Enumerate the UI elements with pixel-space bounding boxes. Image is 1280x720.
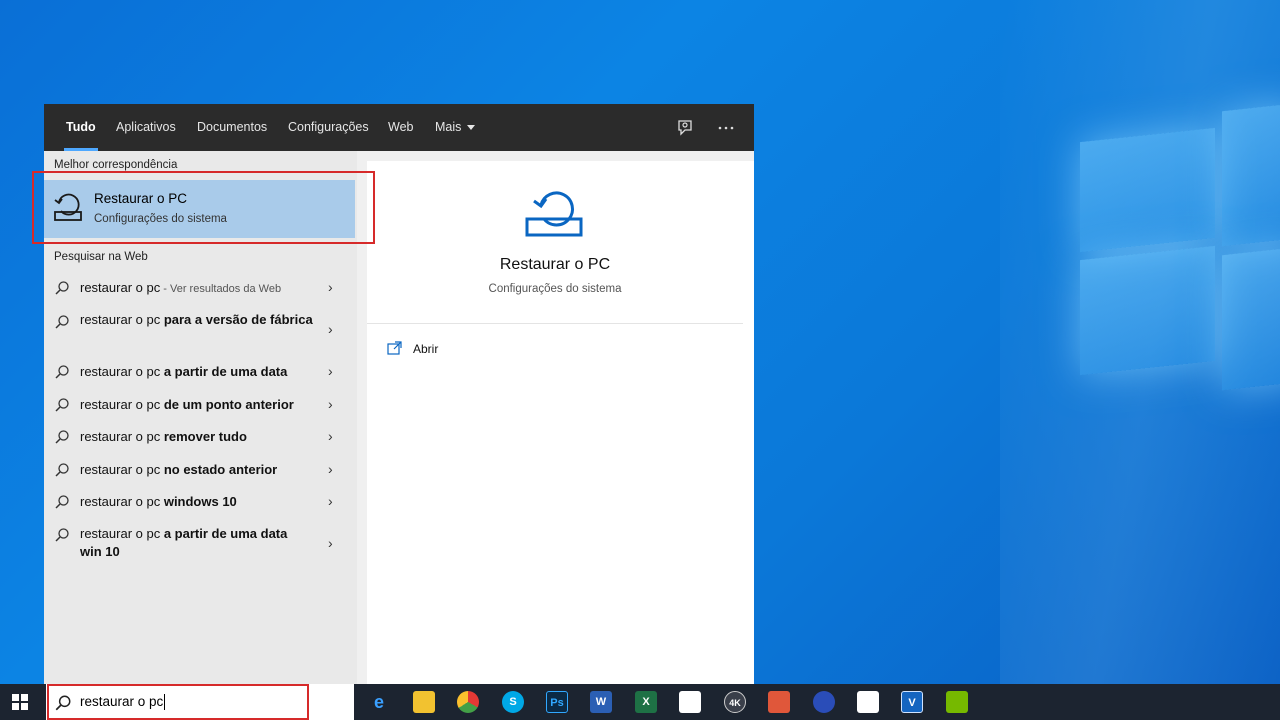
tab-more-label: Mais (435, 120, 462, 134)
web-result-5[interactable]: restaurar o pc no estado anterior › (44, 457, 357, 483)
vegas-icon[interactable]: V (901, 691, 923, 713)
word-icon[interactable]: W (590, 691, 612, 713)
search-icon (55, 315, 69, 329)
chevron-right-icon: › (328, 321, 333, 337)
mail-icon[interactable] (679, 691, 701, 713)
web-result-2[interactable]: restaurar o pc a partir de uma data › (44, 359, 357, 385)
feedback-icon[interactable] (675, 117, 697, 139)
result-suggestion: windows 10 (163, 494, 237, 509)
search-icon (55, 430, 69, 444)
4k-downloader-icon[interactable]: 4K (724, 691, 746, 713)
tab-documents[interactable]: Documentos (197, 104, 267, 151)
result-prefix: restaurar o pc (80, 312, 164, 327)
result-suggestion: no estado anterior (163, 462, 278, 477)
preview-pane: Restaurar o PC Configurações do sistema … (367, 161, 754, 684)
restore-pc-icon (523, 183, 587, 248)
chevron-down-icon (467, 125, 476, 131)
open-icon (387, 341, 403, 360)
result-prefix: restaurar o pc (80, 364, 164, 379)
excel-icon[interactable]: X (635, 691, 657, 713)
search-filter-bar: Tudo Aplicativos Documentos Configuraçõe… (44, 104, 754, 151)
search-icon (55, 528, 69, 542)
web-result-7[interactable]: restaurar o pc a partir de uma data win … (44, 523, 357, 563)
result-prefix: restaurar o pc (80, 397, 164, 412)
chevron-right-icon: › (328, 493, 333, 509)
web-result-6[interactable]: restaurar o pc windows 10 › (44, 489, 357, 515)
web-result-1[interactable]: restaurar o pc para a versão de fábrica … (44, 309, 357, 349)
result-prefix: restaurar o pc (80, 429, 164, 444)
edge-icon[interactable]: e (368, 691, 390, 713)
search-icon (55, 398, 69, 412)
calendar-icon[interactable] (857, 691, 879, 713)
tab-more[interactable]: Mais (435, 104, 476, 151)
preview-title: Restaurar o PC (499, 256, 611, 273)
chevron-right-icon: › (328, 279, 333, 295)
tab-web[interactable]: Web (388, 104, 413, 151)
highlight-box-best-match (32, 171, 375, 244)
search-icon (55, 495, 69, 509)
best-match-heading: Melhor correspondência (54, 159, 178, 171)
web-result-4[interactable]: restaurar o pc remover tudo › (44, 424, 357, 450)
result-hint: - Ver resultados da Web (160, 283, 282, 295)
chevron-right-icon: › (328, 461, 333, 477)
file-explorer-icon[interactable] (413, 691, 435, 713)
result-prefix: restaurar o pc (80, 526, 164, 541)
windows-logo-wallpaper (1080, 95, 1280, 395)
result-prefix: restaurar o pc (80, 494, 164, 509)
chevron-right-icon: › (328, 428, 333, 444)
result-prefix: restaurar o pc (80, 462, 164, 477)
result-suggestion: para a versão de fábrica (163, 312, 313, 327)
app-icon[interactable] (813, 691, 835, 713)
chrome-icon[interactable] (457, 691, 479, 713)
app-icon[interactable] (768, 691, 790, 713)
chevron-right-icon: › (328, 363, 333, 379)
search-icon (55, 365, 69, 379)
skype-icon[interactable]: S (502, 691, 524, 713)
divider (367, 323, 743, 324)
nvidia-icon[interactable] (946, 691, 968, 713)
web-result-0[interactable]: restaurar o pc - Ver resultados da Web › (44, 275, 357, 301)
result-prefix: restaurar o pc (80, 280, 161, 295)
tab-apps[interactable]: Aplicativos (116, 104, 176, 151)
more-options-icon[interactable] (715, 117, 737, 139)
result-suggestion: a partir de uma data (163, 364, 288, 379)
result-suggestion: de um ponto anterior (163, 397, 294, 412)
search-icon (55, 463, 69, 477)
tab-all[interactable]: Tudo (64, 104, 98, 151)
photoshop-icon[interactable]: Ps (546, 691, 568, 713)
chevron-right-icon: › (328, 396, 333, 412)
windows-start-icon[interactable] (12, 694, 28, 710)
web-search-heading: Pesquisar na Web (54, 251, 148, 263)
highlight-box-search (47, 684, 309, 720)
tab-settings[interactable]: Configurações (288, 104, 369, 151)
chevron-right-icon: › (328, 535, 333, 551)
preview-subtitle: Configurações do sistema (488, 283, 622, 295)
open-action[interactable]: Abrir (413, 342, 438, 356)
search-icon (55, 281, 69, 295)
web-result-3[interactable]: restaurar o pc de um ponto anterior › (44, 392, 357, 418)
result-suggestion: remover tudo (163, 429, 247, 444)
